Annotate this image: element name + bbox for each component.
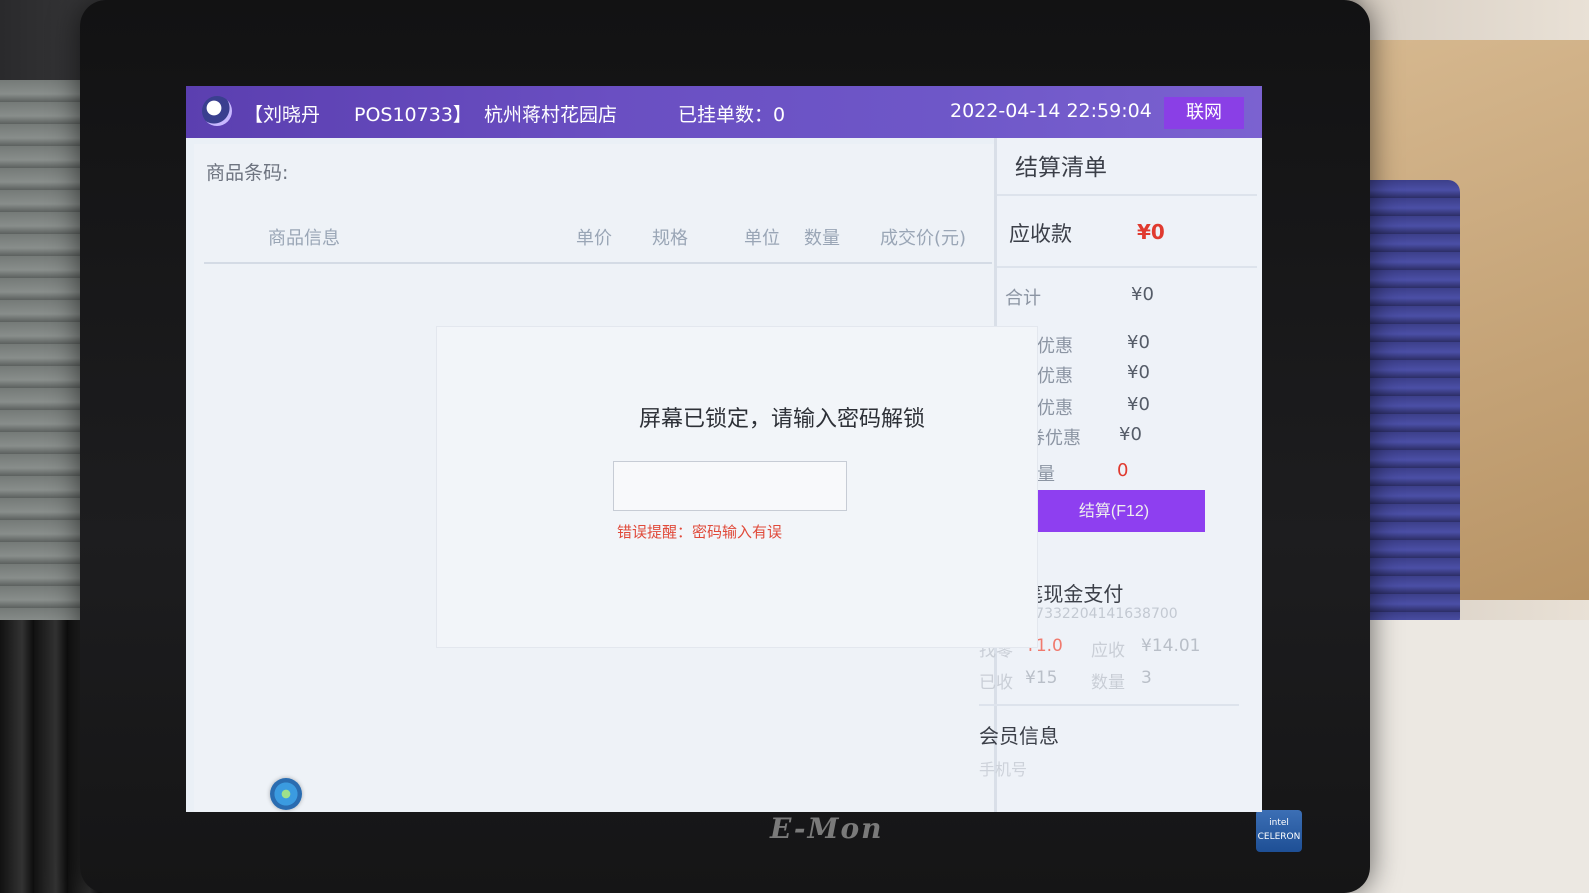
column-unit: 单位 <box>744 228 780 249</box>
suspended-orders: 已挂单数：0 <box>678 104 786 126</box>
terminal-id: POS10733】 <box>354 104 472 126</box>
divider <box>997 266 1257 268</box>
column-spec: 规格 <box>652 228 688 249</box>
column-product-info: 商品信息 <box>268 228 340 249</box>
discount-value: ¥0 <box>1127 394 1150 415</box>
datetime: 2022-04-14 22:59:04 <box>950 100 1152 122</box>
coupon-discount-value: ¥0 <box>1119 424 1142 445</box>
received-label: 已收 <box>979 673 1013 693</box>
member-info-title: 会员信息 <box>979 724 1059 748</box>
top-bar: 【刘晓丹 POS10733】 杭州蒋村花园店 已挂单数：0 2022-04-14… <box>186 86 1262 138</box>
divider <box>979 704 1239 706</box>
amount-due-label: 应收款 <box>1009 222 1072 246</box>
password-error-message: 错误提醒：密码输入有误 <box>617 523 783 541</box>
table-header-divider <box>204 262 992 264</box>
column-quantity: 数量 <box>804 228 840 249</box>
quantity-value: 0 <box>1117 460 1129 481</box>
member-phone-label: 手机号 <box>979 760 1028 779</box>
quantity-label: 量 <box>1037 464 1055 485</box>
column-deal-price: 成交价(元) <box>880 228 967 249</box>
discount-label: 优惠 <box>1037 336 1073 357</box>
lock-message: 屏幕已锁定，请输入密码解锁 <box>638 407 925 432</box>
discount-value: ¥0 <box>1127 362 1150 383</box>
payment-quantity-value: 3 <box>1141 668 1152 688</box>
unlock-password-input[interactable] <box>613 461 847 511</box>
network-status-button[interactable]: 联网 <box>1164 97 1244 129</box>
column-unit-price: 单价 <box>576 228 612 249</box>
amount-due-value: ¥0 <box>1137 220 1165 244</box>
discount-value: ¥0 <box>1127 332 1150 353</box>
receivable-label: 应收 <box>1091 641 1125 661</box>
cashier-name: 【刘晓丹 <box>244 104 321 126</box>
received-value: ¥15 <box>1025 668 1058 688</box>
divider <box>997 194 1257 196</box>
checkout-button[interactable]: 结算(F12) <box>1023 490 1205 532</box>
settlement-title: 结算清单 <box>1015 155 1107 181</box>
windows-start-icon[interactable] <box>270 778 302 810</box>
app-logo-icon <box>202 96 232 126</box>
screen-lock-dialog: 屏幕已锁定，请输入密码解锁 错误提醒：密码输入有误 <box>436 326 1038 648</box>
pos-screen: 【刘晓丹 POS10733】 杭州蒋村花园店 已挂单数：0 2022-04-14… <box>186 86 1262 812</box>
barcode-input[interactable] <box>314 152 978 190</box>
monitor-brand-logo: E-Mon <box>770 812 884 845</box>
store-name: 杭州蒋村花园店 <box>484 104 618 126</box>
payment-quantity-label: 数量 <box>1091 673 1125 693</box>
total-label: 合计 <box>1005 288 1041 309</box>
discount-label: 优惠 <box>1037 366 1073 387</box>
receivable-value: ¥14.01 <box>1141 636 1201 656</box>
discount-label: 优惠 <box>1037 398 1073 419</box>
intel-sticker: intel CELERON <box>1256 810 1302 852</box>
total-value: ¥0 <box>1131 284 1154 305</box>
barcode-label: 商品条码: <box>206 162 289 184</box>
